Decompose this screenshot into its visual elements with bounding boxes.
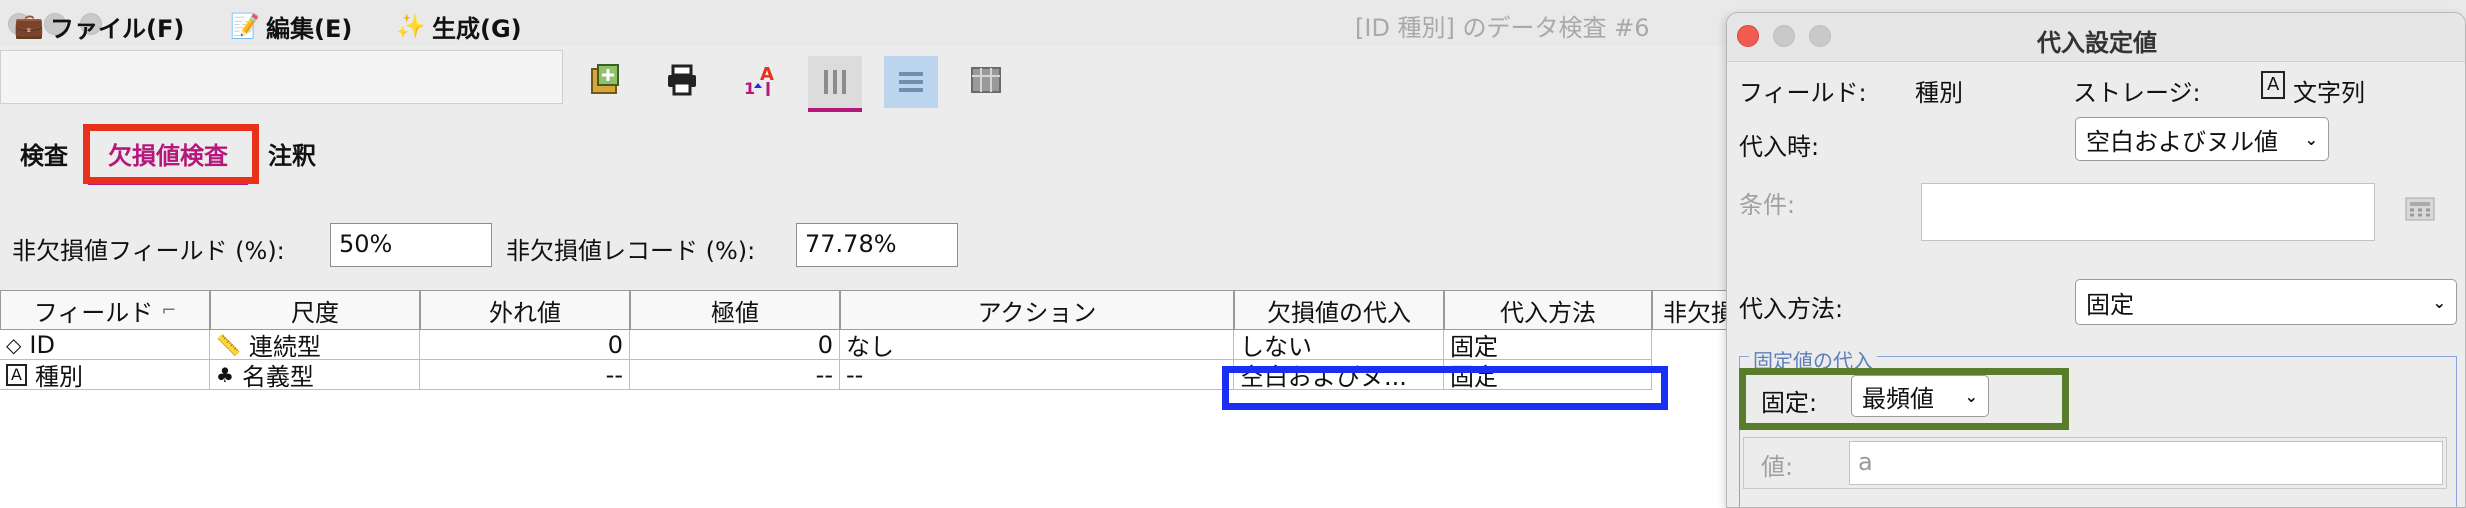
non-missing-record-label: 非欠損値レコード (%): [506, 237, 756, 265]
tab-annotations[interactable]: 注釈 [268, 136, 316, 171]
cell-measure-text: 連続型 [248, 333, 321, 360]
storage-label: ストレージ: [2073, 79, 2201, 107]
cell-method[interactable]: 固定 [1444, 330, 1652, 360]
menu-file-label: ファイル(F) [50, 14, 185, 43]
generate-node-icon [591, 64, 619, 94]
row-view-icon [899, 72, 923, 92]
svg-text:1: 1 [744, 79, 755, 98]
non-missing-field-label: 非欠損値フィールド (%): [12, 237, 285, 265]
cell-measure-text: 名義型 [241, 363, 314, 390]
cell-field: ◇ ID [0, 330, 210, 360]
method-value: 固定 [2086, 290, 2134, 319]
svg-text:A: A [760, 64, 774, 85]
impute-when-select[interactable]: 空白およびヌル値 ⌄ [2075, 117, 2329, 161]
cell-measure: 📏 連続型 [210, 330, 420, 360]
cell-outliers: 0 [420, 330, 630, 360]
column-header-impute[interactable]: 欠損値の代入 [1234, 290, 1444, 330]
column-header-outliers[interactable]: 外れ値 [420, 290, 630, 330]
sort-button[interactable]: 1 A [736, 56, 784, 104]
highlight-impute-cells [1222, 366, 1668, 410]
cell-action[interactable]: なし [840, 330, 1234, 360]
chevron-down-icon: ⌄ [2432, 292, 2446, 312]
value-input[interactable]: a [1849, 441, 2443, 485]
non-missing-record-value: 77.78% [796, 223, 958, 267]
cell-impute[interactable]: しない [1234, 330, 1444, 360]
briefcase-icon: 💼 [14, 12, 44, 40]
column-view-button[interactable] [808, 56, 862, 112]
impute-when-label: 代入時: [1739, 133, 1820, 161]
chevron-down-icon: ⌄ [2304, 129, 2318, 149]
cell-field: A 種別 [0, 360, 210, 390]
string-type-icon: A [6, 363, 27, 386]
column-header-extremes[interactable]: 極値 [630, 290, 840, 330]
highlight-fixed-setting [1739, 368, 2069, 430]
print-icon [668, 64, 696, 96]
nominal-icon: ♣ [216, 362, 234, 387]
cell-field-text: ID [29, 330, 55, 359]
storage-value: 文字列 [2293, 79, 2365, 107]
menu-edit[interactable]: 📝 編集(E) [230, 10, 353, 43]
cell-action[interactable]: -- [840, 360, 1234, 390]
print-button[interactable] [658, 56, 706, 104]
highlight-missing-tab [83, 124, 259, 184]
expression-builder-button [2405, 197, 2435, 221]
non-missing-field-value: 50% [330, 223, 492, 267]
column-header-measure[interactable]: 尺度 [210, 290, 420, 330]
generate-star-icon: ✨ [396, 12, 426, 40]
field-label: フィールド: [1739, 79, 1867, 107]
cell-extremes: 0 [630, 330, 840, 360]
table-row[interactable]: ◇ ID 📏 連続型 0 0 なし しない 固定 [0, 330, 1728, 360]
calculator-icon [2405, 197, 2435, 221]
column-header-action[interactable]: アクション [840, 290, 1234, 330]
column-view-icon [824, 70, 846, 94]
row-view-button[interactable] [884, 56, 938, 108]
tab-audit[interactable]: 検査 [20, 136, 68, 171]
menu-bar [0, 50, 563, 104]
sort-indicator-icon: ⌐ [161, 299, 177, 321]
condition-label: 条件: [1739, 191, 1796, 219]
continuous-id-icon: ◇ [6, 332, 22, 357]
ruler-icon: 📏 [216, 332, 241, 357]
cell-outliers: -- [420, 360, 630, 390]
string-storage-icon: A [2261, 71, 2286, 99]
impute-settings-dialog: 代入設定値 フィールド: 種別 ストレージ: A 文字列 代入時: 空白およびヌ… [1726, 12, 2466, 508]
value-label: 値: [1761, 453, 1794, 481]
field-value: 種別 [1915, 79, 1963, 107]
column-header-field[interactable]: フィールド ⌐ [0, 290, 210, 330]
table-view-button[interactable] [962, 56, 1010, 104]
dialog-title: 代入設定値 [2037, 29, 2157, 57]
window-title: [ID 種別] のデータ検査 #6 [1355, 14, 1650, 42]
cell-extremes: -- [630, 360, 840, 390]
menu-edit-label: 編集(E) [266, 14, 353, 43]
cell-field-text: 種別 [34, 363, 83, 390]
method-label: 代入方法: [1739, 295, 1844, 323]
impute-when-value: 空白およびヌル値 [2086, 127, 2278, 156]
method-select[interactable]: 固定 ⌄ [2075, 279, 2457, 325]
edit-document-icon: 📝 [230, 12, 260, 40]
generate-node-button[interactable] [582, 56, 630, 104]
column-header-non-missing[interactable]: 非欠損 [1652, 290, 1728, 330]
column-header-method[interactable]: 代入方法 [1444, 290, 1652, 330]
cell-measure: ♣ 名義型 [210, 360, 420, 390]
menu-file[interactable]: 💼 ファイル(F) [14, 10, 185, 43]
table-view-icon [971, 67, 1001, 93]
menu-generate[interactable]: ✨ 生成(G) [396, 10, 522, 43]
menu-generate-label: 生成(G) [432, 14, 522, 43]
sort-icon: 1 A [744, 64, 774, 98]
condition-input [1921, 183, 2375, 241]
column-header-field-label: フィールド [33, 298, 154, 327]
